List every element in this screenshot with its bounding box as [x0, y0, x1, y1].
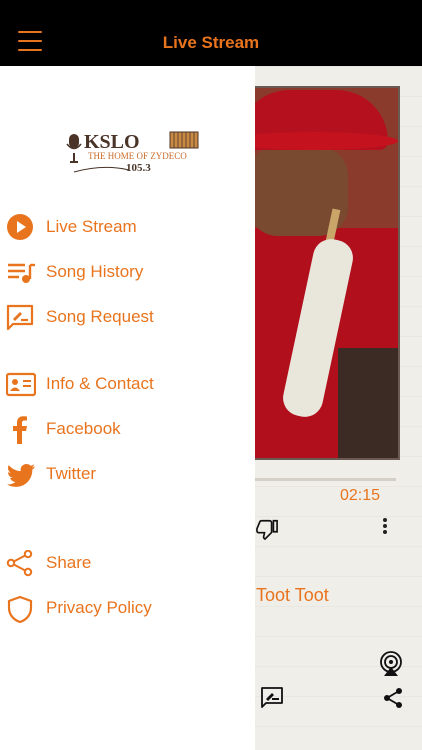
menu-item-privacy-policy[interactable]: Privacy Policy	[0, 587, 255, 627]
app-header: Live Stream	[0, 0, 422, 66]
share-icon	[6, 550, 33, 577]
menu-item-label: Info & Contact	[46, 374, 154, 393]
facebook-icon	[13, 416, 27, 444]
menu-item-label: Privacy Policy	[46, 598, 152, 617]
queue-music-icon	[8, 263, 35, 283]
menu-item-facebook[interactable]: Facebook	[0, 408, 255, 448]
menu-item-label: Song History	[46, 262, 144, 281]
page-title: Live Stream	[162, 33, 260, 52]
share-icon[interactable]	[382, 687, 404, 709]
thumbs-down-icon[interactable]	[256, 518, 278, 540]
menu-item-twitter[interactable]: Twitter	[0, 453, 255, 493]
elapsed-time: 02:15	[340, 487, 381, 504]
menu-item-label: Facebook	[46, 419, 121, 438]
menu-item-song-history[interactable]: Song History	[0, 251, 255, 291]
logo-call-letters: KSLO	[84, 131, 140, 153]
menu-item-info-contact[interactable]: Info & Contact	[0, 363, 255, 403]
menu-item-label: Live Stream	[46, 217, 137, 236]
station-logo: KSLO THE HOME OF ZYDECO 105.3	[66, 131, 199, 174]
menu-item-share[interactable]: Share	[0, 542, 255, 582]
contact-card-icon	[6, 372, 36, 397]
play-circle-icon	[7, 214, 33, 240]
more-options-icon[interactable]	[380, 516, 390, 538]
twitter-icon	[6, 464, 36, 487]
menu-item-live-stream[interactable]: Live Stream	[0, 206, 255, 246]
logo-tagline: THE HOME OF ZYDECO	[88, 151, 187, 161]
song-request-icon[interactable]	[260, 687, 284, 709]
menu-item-label: Twitter	[46, 464, 97, 483]
logo-frequency: 105.3	[126, 162, 151, 174]
shield-icon	[7, 595, 33, 624]
song-artist: Toot Toot	[256, 585, 329, 605]
menu-item-label: Song Request	[46, 307, 154, 326]
navigation-drawer: KSLO THE HOME OF ZYDECO 105.3 Live Strea…	[0, 66, 255, 750]
rate-review-icon	[6, 304, 34, 331]
airplay-icon[interactable]	[378, 651, 404, 677]
menu-item-label: Share	[46, 553, 92, 572]
menu-item-song-request[interactable]: Song Request	[0, 296, 255, 336]
